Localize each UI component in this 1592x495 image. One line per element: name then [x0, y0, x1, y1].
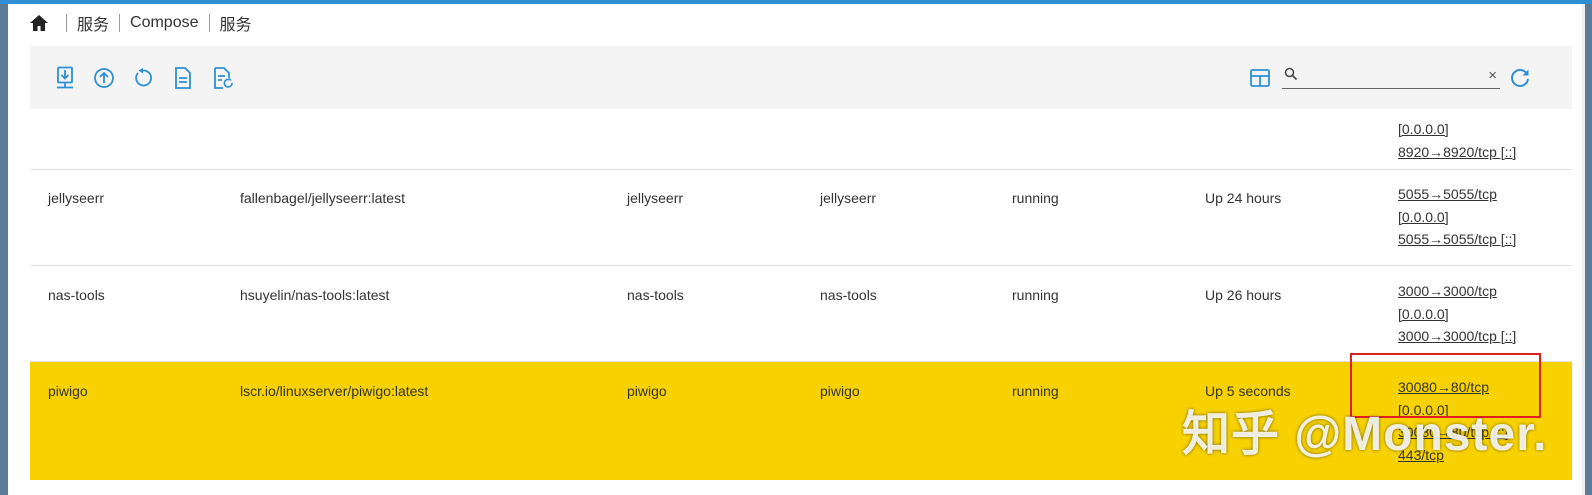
clear-search-icon[interactable]: × — [1488, 66, 1497, 86]
ports-cell: [0.0.0.0] 8920→8920/tcp [::] — [1398, 118, 1516, 163]
details-button[interactable] — [211, 66, 235, 90]
download-icon — [57, 66, 73, 89]
cell-service: jellyseerr — [627, 190, 684, 206]
breadcrumb: 服务 Compose 服务 — [28, 8, 252, 38]
toolbar: × — [30, 46, 1572, 109]
table-row[interactable]: jellyseerr fallenbagel/jellyseerr:latest… — [30, 169, 1572, 266]
port-link[interactable]: 5055→5055/tcp [::] — [1398, 228, 1516, 251]
search-icon — [1284, 67, 1298, 86]
cell-name: jellyseerr — [48, 190, 105, 206]
top-accent-bar — [0, 0, 1592, 4]
document-icon — [175, 67, 191, 89]
cell-state: running — [1012, 287, 1059, 303]
document-refresh-icon — [214, 67, 233, 89]
window-left-edge — [0, 4, 8, 495]
port-link[interactable]: 3000→3000/tcp [::] — [1398, 325, 1516, 348]
cell-container: piwigo — [820, 383, 860, 399]
cell-state: running — [1012, 190, 1059, 206]
table-row[interactable]: nas-tools hsuyelin/nas-tools:latest nas-… — [30, 266, 1572, 362]
table-icon — [1250, 69, 1270, 87]
restart-icon — [135, 68, 152, 87]
cell-container: nas-tools — [820, 287, 877, 303]
cell-image: lscr.io/linuxserver/piwigo:latest — [240, 383, 429, 399]
port-link[interactable]: [0.0.0.0] — [1398, 303, 1516, 326]
port-link[interactable]: [0.0.0.0] — [1398, 206, 1516, 229]
ports-cell: 3000→3000/tcp [0.0.0.0] 3000→3000/tcp [:… — [1398, 280, 1516, 348]
cell-image: fallenbagel/jellyseerr:latest — [240, 190, 405, 206]
watermark: 知乎 @Monster. — [1182, 408, 1548, 461]
cell-name: piwigo — [48, 383, 88, 399]
logs-button[interactable] — [171, 66, 195, 90]
cell-status: Up 26 hours — [1205, 287, 1282, 303]
download-button[interactable] — [53, 66, 77, 90]
cell-state: running — [1012, 383, 1059, 399]
cell-image: hsuyelin/nas-tools:latest — [240, 287, 390, 303]
cell-service: nas-tools — [627, 287, 684, 303]
scrollbar-track[interactable] — [1582, 4, 1585, 495]
search-field: × — [1282, 66, 1500, 89]
port-link[interactable]: 8920→8920/tcp [::] — [1398, 141, 1516, 164]
search-input[interactable] — [1302, 66, 1482, 88]
breadcrumb-separator — [208, 14, 210, 32]
column-settings-button[interactable] — [1248, 66, 1272, 90]
home-icon[interactable] — [28, 12, 50, 34]
breadcrumb-item-services[interactable]: 服务 — [77, 11, 109, 35]
refresh-icon — [1511, 69, 1529, 87]
cell-status: Up 24 hours — [1205, 190, 1282, 206]
ports-cell: 5055→5055/tcp [0.0.0.0] 5055→5055/tcp [:… — [1398, 183, 1516, 251]
upload-icon — [94, 68, 114, 88]
breadcrumb-separator — [119, 14, 121, 32]
breadcrumb-item-current: 服务 — [219, 17, 252, 34]
breadcrumb-item-compose[interactable]: Compose — [130, 14, 198, 32]
upload-button[interactable] — [92, 66, 116, 90]
cell-name: nas-tools — [48, 287, 105, 303]
cell-container: jellyseerr — [820, 190, 877, 206]
port-link[interactable]: 5055→5055/tcp — [1398, 183, 1516, 206]
table-row[interactable]: [0.0.0.0] 8920→8920/tcp [::] — [30, 109, 1572, 170]
restart-button[interactable] — [131, 66, 155, 90]
port-link[interactable]: [0.0.0.0] — [1398, 118, 1516, 141]
refresh-button[interactable] — [1508, 66, 1532, 90]
cell-service: piwigo — [627, 383, 667, 399]
breadcrumb-separator — [66, 14, 67, 32]
port-link[interactable]: 3000→3000/tcp — [1398, 280, 1516, 303]
